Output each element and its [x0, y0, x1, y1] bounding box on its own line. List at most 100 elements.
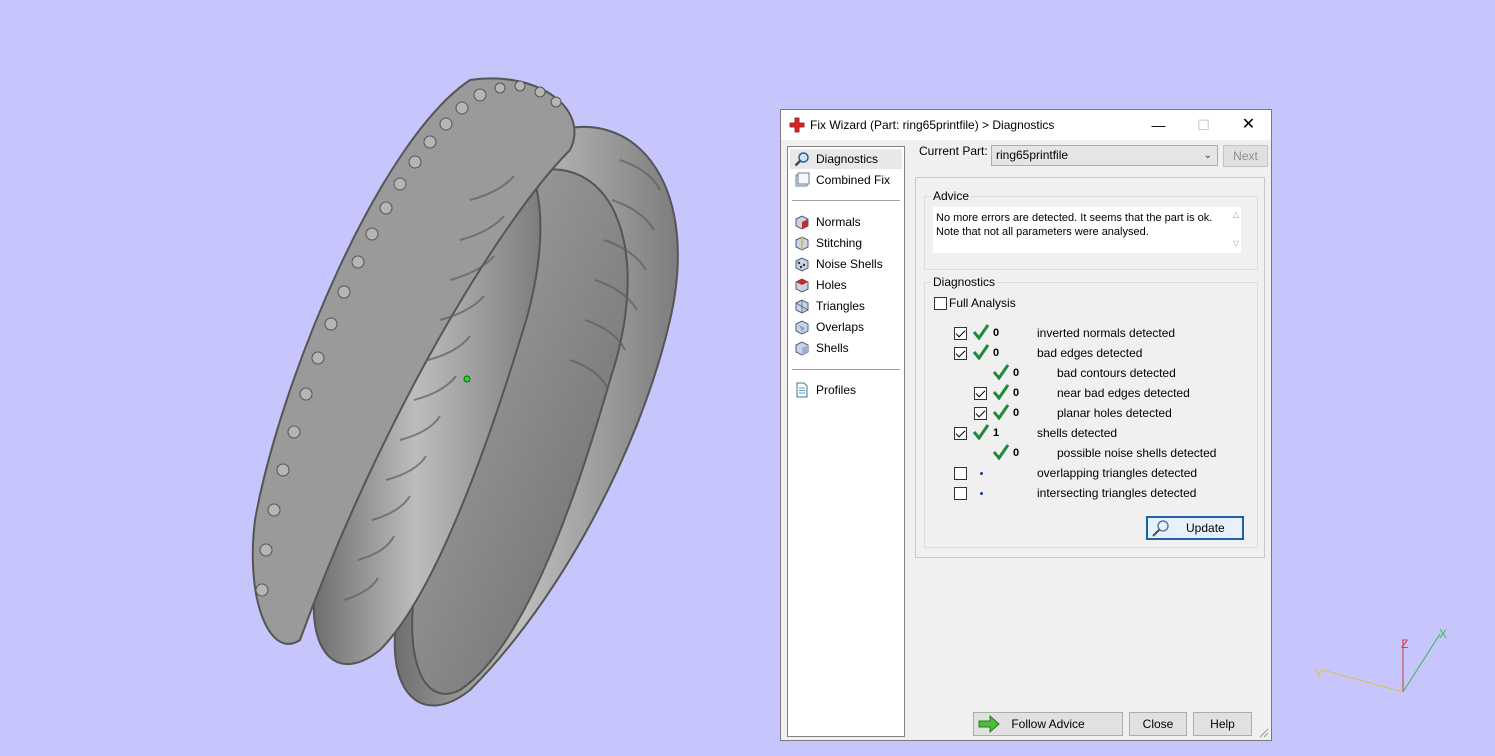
row-count: 0 — [1013, 407, 1020, 419]
nav-item-label: Overlaps — [816, 320, 865, 334]
row-count: 0 — [993, 327, 1000, 339]
row-count: 0 — [993, 347, 1000, 359]
help-button[interactable]: Help — [1193, 712, 1252, 736]
diagnostics-panel: Advice No more errors are detected. It s… — [915, 177, 1265, 558]
row-label: overlapping triangles detected — [1037, 466, 1198, 480]
maximize-button[interactable]: ☐ — [1181, 110, 1226, 140]
current-part-value: ring65printfile — [996, 148, 1069, 162]
advice-textbox[interactable]: No more errors are detected. It seems th… — [933, 207, 1241, 253]
minimize-button[interactable]: — — [1136, 110, 1181, 140]
green-check-icon — [992, 444, 1010, 461]
row-label: planar holes detected — [1057, 406, 1172, 420]
pending-dot-icon — [980, 492, 983, 495]
nav-item-label: Combined Fix — [816, 173, 891, 187]
update-button[interactable]: Update — [1146, 516, 1244, 540]
row-label: near bad edges detected — [1057, 386, 1190, 400]
holes-cube-icon — [795, 278, 809, 293]
nav-item-label: Normals — [816, 215, 861, 229]
current-part-select[interactable]: ring65printfile ⌄ — [991, 145, 1218, 166]
shells-cube-icon — [795, 341, 809, 356]
full-analysis-label: Full Analysis — [949, 296, 1016, 310]
row-label: possible noise shells detected — [1057, 446, 1217, 460]
advice-text: No more errors are detected. It seems th… — [936, 212, 1213, 238]
diagnostics-group: Diagnostics Full Analysis 0 inverted nor… — [924, 275, 1258, 548]
noise-shells-cube-icon — [795, 257, 809, 272]
inverted-normals-checkbox[interactable] — [954, 327, 967, 340]
advice-group: Advice No more errors are detected. It s… — [924, 189, 1258, 270]
dialog-titlebar[interactable]: Fix Wizard (Part: ring65printfile) > Dia… — [781, 110, 1271, 140]
nav-separator — [792, 200, 900, 201]
follow-advice-button[interactable]: Follow Advice — [973, 712, 1123, 736]
combined-fix-icon — [795, 172, 810, 187]
follow-advice-label: Follow Advice — [1011, 717, 1085, 731]
pending-dot-icon — [980, 472, 983, 475]
shells-checkbox[interactable] — [954, 427, 967, 440]
row-label: bad edges detected — [1037, 346, 1143, 360]
nav-item-profiles[interactable]: Profiles — [790, 380, 902, 400]
axis-label-x: X — [1439, 627, 1447, 641]
green-check-icon — [992, 384, 1010, 401]
magnifier-icon — [1152, 520, 1169, 537]
row-count: 0 — [1013, 367, 1020, 379]
stitching-cube-icon — [795, 236, 809, 251]
overlapping-triangles-checkbox[interactable] — [954, 467, 967, 480]
intersecting-triangles-checkbox[interactable] — [954, 487, 967, 500]
scroll-up-icon[interactable]: △ — [1233, 210, 1239, 219]
resize-grip-icon[interactable] — [1259, 728, 1269, 738]
close-window-button[interactable]: ✕ — [1226, 110, 1271, 140]
row-count: 0 — [1013, 387, 1020, 399]
nav-item-normals[interactable]: Normals — [790, 212, 902, 232]
dialog-title: Fix Wizard (Part: ring65printfile) > Dia… — [810, 118, 1055, 132]
axis-label-y: Y — [1315, 667, 1323, 681]
nav-item-label: Diagnostics — [816, 152, 879, 166]
scroll-down-icon[interactable]: ▽ — [1233, 239, 1239, 248]
magnifier-icon — [794, 152, 809, 167]
bad-edges-checkbox[interactable] — [954, 347, 967, 360]
green-check-icon — [972, 344, 990, 361]
row-count: 0 — [1013, 447, 1020, 459]
advice-title: Advice — [931, 189, 972, 203]
green-check-icon — [972, 324, 990, 341]
triangles-cube-icon — [795, 299, 809, 314]
axis-indicator: Z X Y — [1315, 627, 1447, 693]
nav-item-label: Triangles — [816, 299, 865, 313]
row-label: bad contours detected — [1057, 366, 1176, 380]
fix-wizard-nav: Diagnostics Combined Fix Normals Stitchi… — [787, 146, 905, 737]
nav-item-combined-fix[interactable]: Combined Fix — [790, 170, 902, 190]
red-cross-icon — [789, 117, 805, 133]
document-icon — [796, 382, 808, 398]
nav-item-overlaps[interactable]: Overlaps — [790, 317, 902, 337]
green-arrow-icon — [978, 715, 1000, 733]
green-check-icon — [992, 404, 1010, 421]
near-bad-edges-checkbox[interactable] — [974, 387, 987, 400]
row-label: inverted normals detected — [1037, 326, 1176, 340]
nav-item-stitching[interactable]: Stitching — [790, 233, 902, 253]
ring-model[interactable] — [0, 0, 760, 756]
selection-point[interactable] — [463, 375, 471, 383]
nav-item-label: Stitching — [816, 236, 863, 250]
close-button[interactable]: Close — [1129, 712, 1187, 736]
axis-label-z: Z — [1401, 637, 1408, 651]
overlaps-cube-icon — [795, 320, 809, 335]
nav-item-shells[interactable]: Shells — [790, 338, 902, 358]
nav-item-noise-shells[interactable]: Noise Shells — [790, 254, 902, 274]
diagnostics-title: Diagnostics — [931, 275, 998, 289]
normals-cube-icon — [795, 215, 809, 230]
full-analysis-checkbox[interactable] — [934, 297, 947, 310]
next-button[interactable]: Next — [1223, 145, 1268, 167]
nav-item-label: Profiles — [816, 383, 857, 397]
nav-item-label: Holes — [816, 278, 847, 292]
row-count: 1 — [993, 427, 1000, 439]
current-part-label: Current Part: — [919, 144, 988, 158]
nav-separator — [792, 369, 900, 370]
nav-item-holes[interactable]: Holes — [790, 275, 902, 295]
row-label: shells detected — [1037, 426, 1118, 440]
nav-item-triangles[interactable]: Triangles — [790, 296, 902, 316]
nav-item-diagnostics[interactable]: Diagnostics — [790, 149, 902, 169]
nav-item-label: Noise Shells — [816, 257, 883, 271]
planar-holes-checkbox[interactable] — [974, 407, 987, 420]
green-check-icon — [992, 364, 1010, 381]
chevron-down-icon: ⌄ — [1203, 150, 1212, 161]
fix-wizard-dialog: Fix Wizard (Part: ring65printfile) > Dia… — [780, 109, 1272, 741]
green-check-icon — [972, 424, 990, 441]
